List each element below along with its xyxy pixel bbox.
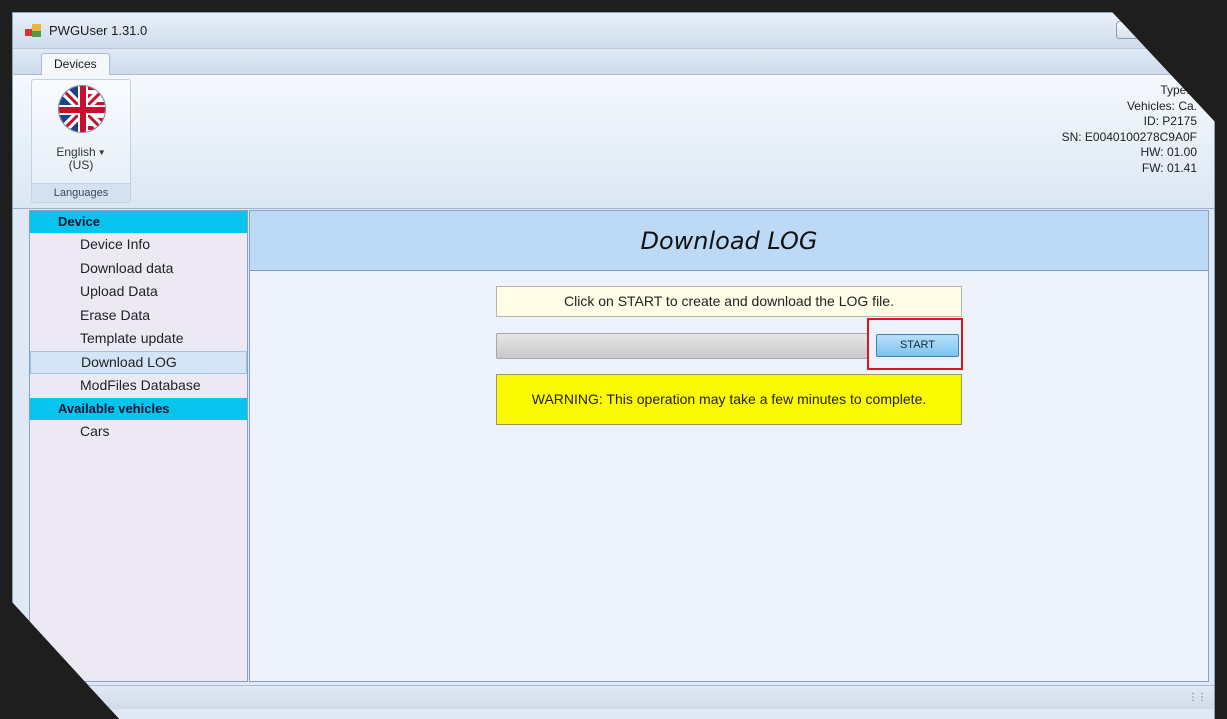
device-type: Type: ( <box>1160 83 1197 97</box>
sidebar-item-download-data[interactable]: Download data <box>30 257 247 281</box>
ribbon-panel: English ▼ (US) Languages Type: ( Vehicles… <box>13 75 1214 209</box>
title-bar: PWGUser 1.31.0 <box>13 13 1214 49</box>
sidebar-item-download-log[interactable]: Download LOG <box>30 350 247 374</box>
maximize-button[interactable] <box>1116 21 1144 39</box>
main-content: Download LOG Click on START to create an… <box>249 210 1209 682</box>
device-id: ID: P2175 <box>1143 114 1197 129</box>
sidebar-item-upload-data[interactable]: Upload Data <box>30 280 247 304</box>
sidebar-item-erase-data[interactable]: Erase Data <box>30 304 247 328</box>
sidebar-section-device[interactable]: Device <box>30 211 247 233</box>
sidebar-item-device-info[interactable]: Device Info <box>30 233 247 257</box>
page-title: Download LOG <box>640 227 818 255</box>
status-bar: ⋮⋮ <box>13 685 1214 709</box>
uk-flag-icon <box>58 85 106 133</box>
content-header: Download LOG <box>250 211 1208 271</box>
start-button[interactable]: START <box>876 334 959 357</box>
info-message: Click on START to create and download th… <box>496 286 962 317</box>
sidebar-item-modfiles-database[interactable]: ModFiles Database <box>30 374 247 398</box>
device-vehicles: Vehicles: Ca. <box>1126 98 1197 113</box>
chevron-down-icon: ▼ <box>97 147 106 157</box>
tab-devices[interactable]: Devices <box>41 53 110 76</box>
device-fw-version: FW: 01.41 <box>1141 160 1197 175</box>
sidebar-item-cars[interactable]: Cars <box>30 420 247 444</box>
language-button[interactable]: English ▼ (US) <box>32 80 130 184</box>
language-group: English ▼ (US) Languages <box>31 79 131 203</box>
language-button-label: English ▼ (US) <box>56 145 106 172</box>
sidebar: Device Device Info Download data Upload … <box>29 210 248 682</box>
device-serial-number: SN: E0040100278C9A0F <box>1061 129 1197 144</box>
language-group-title: Languages <box>32 183 130 202</box>
sidebar-section-available-vehicles[interactable]: Available vehicles <box>30 397 247 420</box>
resize-grip-icon[interactable]: ⋮⋮ <box>1188 692 1207 703</box>
app-window: PWGUser 1.31.0 Devices English ▼ (US) La… <box>12 12 1215 719</box>
ribbon-tab-row: Devices <box>13 49 1214 76</box>
progress-bar <box>496 333 868 359</box>
device-info-panel: Type: ( Vehicles: Ca. ID: P2175 SN: E004… <box>1062 83 1197 177</box>
device-hw-version: HW: 01.00 <box>1140 145 1197 160</box>
app-icon <box>25 24 41 38</box>
window-title: PWGUser 1.31.0 <box>49 23 148 38</box>
warning-message: WARNING: This operation may take a few m… <box>496 374 962 425</box>
sidebar-item-template-update[interactable]: Template update <box>30 327 247 351</box>
